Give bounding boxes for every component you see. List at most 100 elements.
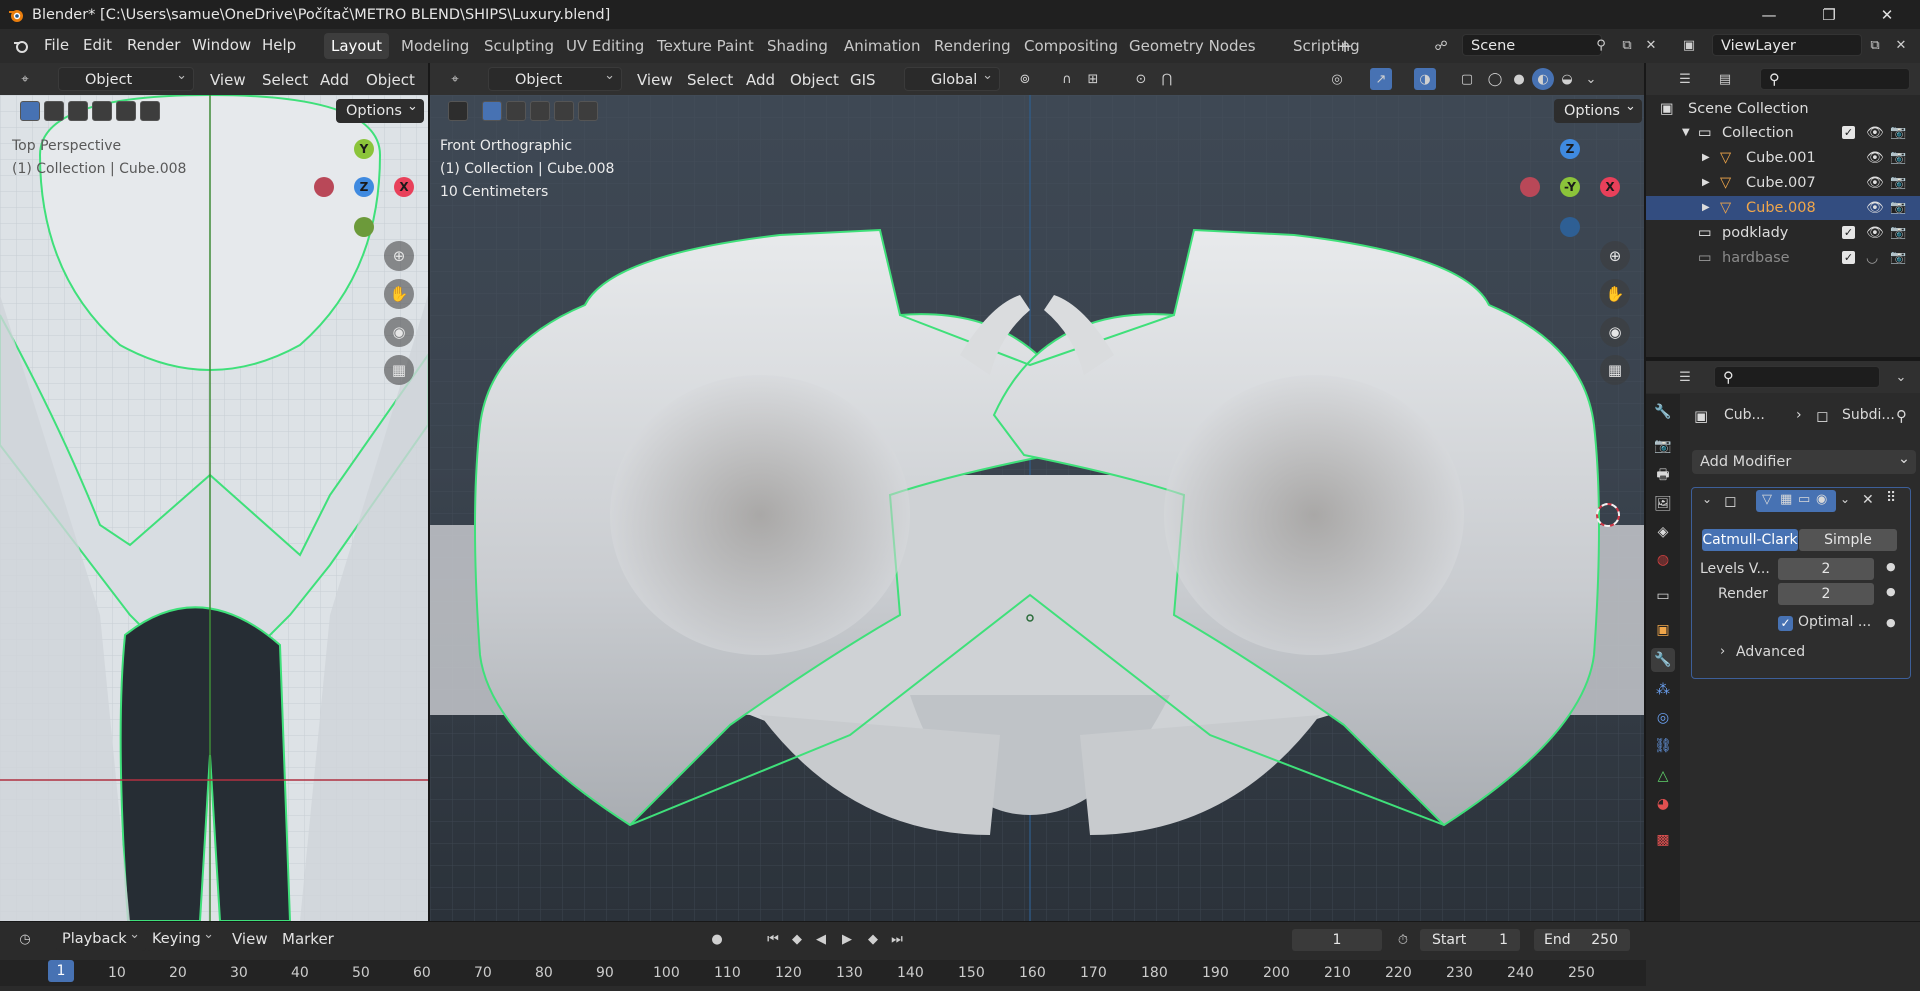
main-select-invert-icon[interactable] <box>554 101 574 121</box>
properties-editor-icon[interactable]: ☰ <box>1674 366 1696 388</box>
drag-handle-icon[interactable]: ⠿ <box>1886 490 1896 506</box>
left-viewport[interactable]: Options Top Perspective (1) Collection |… <box>0 95 428 921</box>
gizmo-y-axis[interactable]: Y <box>354 139 374 159</box>
camera-icon[interactable]: 📷 <box>1890 146 1906 170</box>
levels-viewport-field[interactable]: 2 <box>1778 558 1874 580</box>
camera-icon[interactable]: 📷 <box>1890 171 1906 195</box>
main-gizmo-neg-z-axis[interactable] <box>1560 217 1580 237</box>
material-tab-icon[interactable]: ◕ <box>1651 792 1675 816</box>
editmode-icon[interactable]: ▽ <box>1762 492 1772 507</box>
start-frame-field[interactable]: Start 1 <box>1420 929 1520 951</box>
menu-window[interactable]: Window <box>192 36 251 54</box>
tab-texture-paint[interactable]: Texture Paint <box>650 33 761 59</box>
auto-keying-record-icon[interactable]: ● <box>706 928 728 950</box>
eye-icon[interactable]: 👁 <box>1866 196 1884 220</box>
left-mode-dropdown[interactable]: Object Mode <box>58 64 194 112</box>
pin-icon[interactable]: ⚲ <box>1590 34 1612 56</box>
tab-geometry-nodes[interactable]: Geometry Nodes <box>1122 33 1263 59</box>
select-invert-icon[interactable] <box>92 101 112 121</box>
main-menu-select[interactable]: Select <box>687 71 733 89</box>
new-scene-icon[interactable]: ⧉ <box>1616 34 1638 56</box>
expand-right-icon[interactable]: ▶ <box>1702 146 1710 170</box>
keyframe-dot-icon[interactable]: ● <box>1886 585 1896 598</box>
modifier-menu-icon[interactable]: ⌄ <box>1840 492 1850 506</box>
menu-edit[interactable]: Edit <box>83 36 112 54</box>
tab-sculpting[interactable]: Sculpting <box>477 33 561 59</box>
playhead-frame-indicator[interactable]: 1 <box>48 960 74 982</box>
main-menu-gis[interactable]: GIS <box>850 71 876 89</box>
expand-right-icon[interactable]: ▶ <box>1702 171 1710 195</box>
tool-tab-icon[interactable]: 🔧 <box>1651 400 1675 424</box>
overlays-toggle-icon[interactable]: ◑ <box>1414 68 1436 90</box>
eye-icon[interactable]: 👁 <box>1866 171 1884 195</box>
material-shading-icon[interactable]: ◐ <box>1532 68 1554 90</box>
xray-toggle-icon[interactable]: ▢ <box>1456 68 1478 90</box>
view-layer-tab-icon[interactable]: 🖼 <box>1651 492 1675 516</box>
play-icon[interactable]: ▶ <box>836 928 858 950</box>
exclude-checkbox[interactable]: ✓ <box>1842 226 1855 239</box>
main-gizmo-x-axis[interactable]: X <box>1600 177 1620 197</box>
left-menu-select[interactable]: Select <box>262 71 308 89</box>
texture-tab-icon[interactable]: ▩ <box>1651 828 1675 852</box>
perspective-grid-icon[interactable]: ▦ <box>384 355 414 385</box>
camera-view-icon[interactable]: ◉ <box>384 317 414 347</box>
outliner-item-hardbase[interactable]: ▭ hardbase ✓ ◡ 📷 <box>1646 246 1920 270</box>
render-levels-field[interactable]: 2 <box>1778 583 1874 605</box>
outliner-search-input[interactable]: ⚲ <box>1760 68 1910 90</box>
jump-next-keyframe-icon[interactable]: ◆ <box>862 928 884 950</box>
end-frame-field[interactable]: End 250 <box>1534 929 1630 951</box>
zoom-icon[interactable]: ⊕ <box>384 241 414 271</box>
main-viewport[interactable]: Options Front Orthographic (1) Collectio… <box>430 95 1644 921</box>
properties-search-input[interactable]: ⚲ <box>1714 366 1880 388</box>
collection-tab-icon[interactable]: ▭ <box>1651 584 1675 608</box>
view-layer-icon[interactable]: ▣ <box>1678 34 1700 56</box>
physics-tab-icon[interactable]: ◎ <box>1651 706 1675 730</box>
main-gizmo-neg-y-axis[interactable]: -Y <box>1560 177 1580 197</box>
jump-prev-keyframe-icon[interactable]: ◆ <box>786 928 808 950</box>
editor-type-icon[interactable]: ⌖ <box>14 68 36 90</box>
main-menu-object[interactable]: Object <box>790 71 839 89</box>
eye-icon[interactable]: 👁 <box>1866 221 1884 245</box>
view-layer-field[interactable]: ViewLayer <box>1712 34 1862 56</box>
main-mode-dropdown[interactable]: Object Mode <box>488 64 622 112</box>
main-pan-hand-icon[interactable]: ✋ <box>1600 279 1630 309</box>
close-button[interactable]: ✕ <box>1858 0 1916 29</box>
modifier-tab-icon[interactable]: 🔧 <box>1651 648 1675 672</box>
wireframe-shading-icon[interactable]: ◯ <box>1484 68 1506 90</box>
world-tab-icon[interactable]: ◍ <box>1651 548 1675 572</box>
gizmo-neg-y-axis[interactable] <box>354 217 374 237</box>
main-menu-view[interactable]: View <box>637 71 673 89</box>
tab-modeling[interactable]: Modeling <box>394 33 476 59</box>
select-extra-icon[interactable] <box>140 101 160 121</box>
outliner-item-podklady[interactable]: ▭ podklady ✓ 👁 📷 <box>1646 221 1920 245</box>
collapse-chevron-icon[interactable]: ⌄ <box>1702 492 1712 506</box>
main-select-extend-icon[interactable] <box>506 101 526 121</box>
shading-options-icon[interactable]: ⌄ <box>1580 68 1602 90</box>
snap-target-icon[interactable]: ⊞ <box>1082 68 1104 90</box>
keyframe-dot-icon[interactable]: ● <box>1886 560 1896 573</box>
left-menu-object[interactable]: Object <box>366 71 415 89</box>
proportional-edit-icon[interactable]: ⊙ <box>1130 68 1152 90</box>
playback-dropdown[interactable]: Playback <box>56 923 146 951</box>
keying-dropdown[interactable]: Keying <box>146 923 220 951</box>
select-intersect-icon[interactable] <box>116 101 136 121</box>
main-ortho-grid-icon[interactable]: ▦ <box>1600 355 1630 385</box>
expand-right-icon[interactable]: ▶ <box>1702 196 1710 220</box>
tab-animation[interactable]: Animation <box>837 33 927 59</box>
tab-compositing[interactable]: Compositing <box>1017 33 1125 59</box>
viewport-display-icon[interactable]: ▭ <box>1798 492 1810 507</box>
outliner-editor-icon[interactable]: ☰ <box>1674 68 1696 90</box>
simple-button[interactable]: Simple <box>1799 529 1897 551</box>
scene-selector-icon[interactable]: ☍ <box>1430 35 1452 57</box>
camera-icon[interactable]: 📷 <box>1890 121 1906 145</box>
main-menu-add[interactable]: Add <box>746 71 775 89</box>
remove-modifier-icon[interactable]: ✕ <box>1862 492 1874 508</box>
main-editor-type-icon[interactable]: ⌖ <box>444 68 466 90</box>
main-gizmo-neg-x-axis[interactable] <box>1520 177 1540 197</box>
left-menu-add[interactable]: Add <box>320 71 349 89</box>
eye-closed-icon[interactable]: ◡ <box>1866 246 1878 270</box>
pin-icon[interactable]: ⚲ <box>1896 407 1907 425</box>
gizmo-x-axis[interactable]: X <box>394 177 414 197</box>
solid-shading-icon[interactable]: ● <box>1508 68 1530 90</box>
tab-rendering[interactable]: Rendering <box>927 33 1018 59</box>
